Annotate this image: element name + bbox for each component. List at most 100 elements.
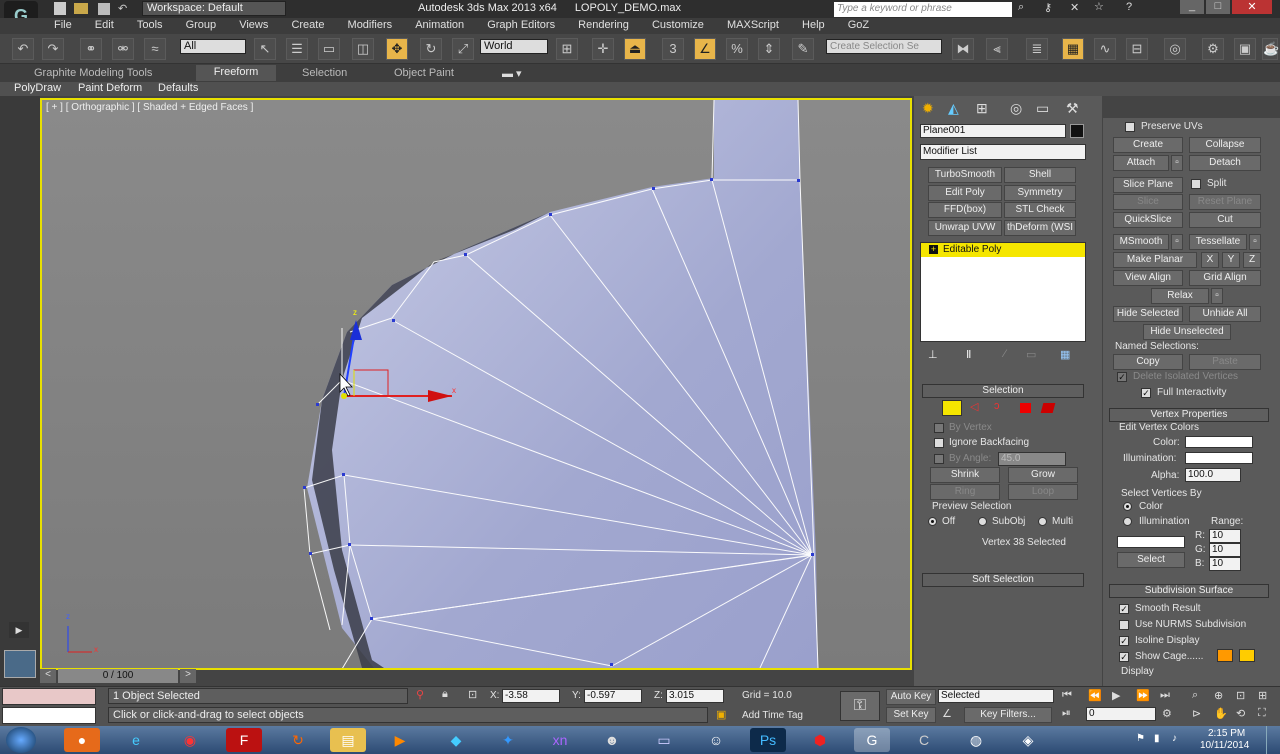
menu-item[interactable]: Graph Editors (477, 19, 565, 31)
red-app-icon[interactable]: ⬢ (802, 728, 838, 752)
named-selection-set-dropdown[interactable]: Create Selection Se (826, 39, 942, 54)
copy-button[interactable]: Copy (1113, 354, 1183, 370)
remove-modifier-icon[interactable]: ▭ (1026, 348, 1036, 361)
redo-button-icon[interactable]: ↷ (42, 38, 64, 60)
material-editor-icon[interactable]: ◎ (1164, 38, 1186, 60)
object-name-field[interactable]: Plane001 (920, 124, 1066, 138)
tessellate-button[interactable]: Tessellate (1189, 234, 1247, 250)
view-align-button[interactable]: View Align (1113, 270, 1183, 286)
range-r-spinner[interactable]: 10 (1209, 529, 1241, 543)
3dsmax-taskbar-icon[interactable]: G (854, 728, 890, 752)
orbit-icon[interactable]: ⟲ (1236, 707, 1245, 720)
chat-app-icon[interactable]: ▭ (646, 728, 682, 752)
menu-item[interactable]: Customize (642, 19, 714, 31)
vertex-properties-header[interactable]: Vertex Properties (1109, 408, 1269, 422)
auto-key-button[interactable]: Auto Key (886, 689, 936, 705)
render-icon[interactable]: ☕ (1262, 38, 1279, 60)
quick-access-save-icon[interactable] (98, 3, 110, 15)
ribbon-tab[interactable]: Graphite Modeling Tools (34, 67, 152, 79)
absolute-mode-icon[interactable]: ⊡ (468, 688, 477, 701)
app-sphere-icon[interactable]: ◍ (958, 728, 994, 752)
selection-rollout-header[interactable]: Selection (922, 384, 1084, 398)
smooth-result-checkbox[interactable]: ✓ (1119, 604, 1129, 614)
modifier-button-ffd[interactable]: FFD(box) (928, 202, 1002, 218)
range-g-spinner[interactable]: 10 (1209, 543, 1241, 557)
mini-viewport-icon[interactable] (4, 650, 36, 678)
mirror-icon[interactable]: ⧓ (952, 38, 974, 60)
defaults-tab[interactable]: Defaults (158, 82, 198, 94)
modify-tab-icon[interactable]: ◭ (948, 100, 959, 117)
add-time-tag-label[interactable]: Add Time Tag (742, 710, 803, 721)
binoculars-icon[interactable]: ⌕ (1018, 1, 1024, 14)
menu-item[interactable]: Edit (85, 19, 124, 31)
show-cage-checkbox[interactable]: ✓ (1119, 652, 1129, 662)
menu-item[interactable]: Tools (127, 19, 173, 31)
key-mode-icon[interactable]: ∠ (942, 707, 952, 720)
select-by-name-icon[interactable]: ☰ (286, 38, 308, 60)
modifier-button-edit-poly[interactable]: Edit Poly (928, 185, 1002, 201)
next-frame-icon[interactable]: ⏩ (1136, 689, 1150, 702)
y-coord-field[interactable]: -0.597 (584, 689, 642, 703)
quickslice-button[interactable]: QuickSlice (1113, 212, 1183, 228)
range-b-spinner[interactable]: 10 (1209, 557, 1241, 571)
element-mode-icon[interactable] (1040, 403, 1056, 413)
loop-button[interactable]: Loop (1008, 484, 1078, 500)
select-vertices-button[interactable]: Select (1117, 552, 1185, 568)
configure-modifier-sets-icon[interactable]: ▦ (1060, 348, 1070, 361)
modifier-button-unwrap-uvw[interactable]: Unwrap UVW (928, 220, 1002, 236)
preview-multi-radio[interactable] (1038, 517, 1047, 526)
maximize-viewport-icon[interactable]: ⛶ (1258, 707, 1266, 720)
viewport-canvas[interactable] (42, 100, 910, 668)
display-tab-icon[interactable]: ▭ (1036, 100, 1049, 117)
border-mode-icon[interactable]: ↄ (994, 400, 1000, 412)
timeline-left-arrow[interactable]: < (40, 669, 56, 683)
key-filters-button[interactable]: Key Filters... (964, 707, 1052, 723)
edit-named-sel-icon[interactable]: ✎ (792, 38, 814, 60)
snaps-toggle-icon[interactable]: 3 (662, 38, 684, 60)
attach-button[interactable]: Attach (1113, 155, 1169, 171)
key-mode-toggle-icon[interactable]: ⏯ (1062, 707, 1071, 720)
rect-selection-icon[interactable]: ▭ (318, 38, 340, 60)
ribbon-tab[interactable]: Object Paint (394, 67, 454, 79)
unlink-icon[interactable]: ⚮ (112, 38, 134, 60)
menu-item[interactable]: Group (176, 19, 227, 31)
link-icon[interactable]: ⚭ (80, 38, 102, 60)
preview-subobj-radio[interactable] (978, 517, 987, 526)
pivot-center-icon[interactable]: ⊞ (556, 38, 578, 60)
modifier-list-dropdown[interactable]: Modifier List (920, 144, 1086, 160)
z-coord-field[interactable]: 3.015 (666, 689, 724, 703)
make-unique-icon[interactable]: ⁄ (1004, 348, 1006, 360)
delete-isolated-checkbox[interactable]: ✓ (1117, 372, 1127, 382)
zoom-extents-all-icon[interactable]: ⊞ (1258, 689, 1267, 702)
shrink-button[interactable]: Shrink (930, 467, 1000, 483)
app-xn-icon[interactable]: xn (542, 728, 578, 752)
modifier-stack[interactable]: Editable Poly + (920, 242, 1086, 342)
maxscript-listener-pink[interactable] (2, 688, 96, 705)
polydraw-tab[interactable]: PolyDraw (14, 82, 61, 94)
split-checkbox[interactable] (1191, 179, 1201, 189)
field-of-view-icon[interactable]: ⊳ (1192, 707, 1201, 720)
zoom-icon[interactable]: ⌕ (1192, 689, 1198, 702)
menu-item[interactable]: File (44, 19, 82, 31)
object-color-swatch[interactable] (1070, 124, 1084, 138)
menu-item[interactable]: Animation (405, 19, 474, 31)
time-slider[interactable]: 0 / 100 (58, 669, 178, 683)
cage-color-swatch-1[interactable] (1217, 649, 1233, 662)
set-key-icon[interactable]: ⚿ (840, 691, 880, 721)
file-explorer-icon[interactable]: ▤ (330, 728, 366, 752)
x-coord-field[interactable]: -3.58 (502, 689, 560, 703)
sync-app-icon[interactable]: ↻ (280, 728, 316, 752)
create-tab-icon[interactable]: ✹ (922, 100, 934, 117)
ring-button[interactable]: Ring (930, 484, 1000, 500)
create-button[interactable]: Create (1113, 137, 1183, 153)
mudbox-icon[interactable]: ☺ (698, 728, 734, 752)
ribbon-tab[interactable]: Selection (302, 67, 347, 79)
reset-plane-button[interactable]: Reset Plane (1189, 194, 1261, 210)
angle-spinner[interactable]: 45.0 (998, 452, 1066, 466)
zbrush-icon[interactable]: ☻ (594, 728, 630, 752)
vertex-mode-icon[interactable] (942, 400, 962, 416)
planar-z-button[interactable]: Z (1243, 252, 1261, 268)
time-config-icon[interactable]: ⚙ (1162, 707, 1172, 720)
menu-item[interactable]: Rendering (568, 19, 639, 31)
current-frame-field[interactable]: 0 (1086, 707, 1156, 721)
